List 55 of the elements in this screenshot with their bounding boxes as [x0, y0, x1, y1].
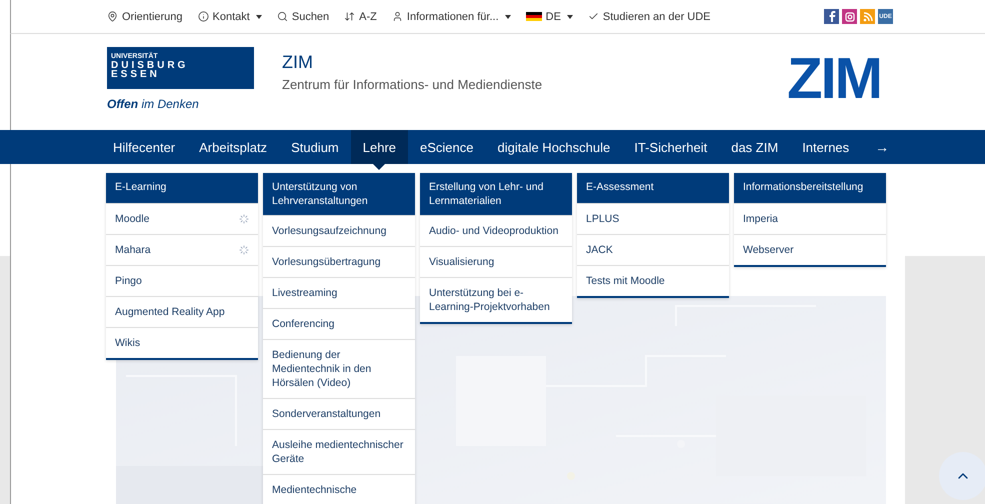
menu-heading: Informationsbereitstellung	[734, 173, 886, 203]
pin-icon	[107, 11, 118, 22]
menu-item[interactable]: Mahara	[106, 234, 258, 265]
nav-tab[interactable]: Studium	[279, 130, 351, 164]
site-subtitle: Zentrum für Informations- und Mediendienste	[282, 77, 544, 92]
menu-item[interactable]: Imperia	[734, 203, 886, 234]
nav-tab[interactable]: das ZIM	[719, 130, 790, 164]
menu-item[interactable]: Audio- und Videoproduktion	[420, 215, 572, 246]
nav-tab[interactable]: Internes	[790, 130, 862, 164]
menu-item[interactable]: Medientechnische	[263, 474, 415, 504]
menu-item[interactable]: Pingo	[106, 265, 258, 296]
nav-tab[interactable]: IT-Sicherheit	[622, 130, 720, 164]
top-bar-link[interactable]: Suchen	[276, 10, 330, 22]
top-bar-link[interactable]: Studieren an der UDE	[588, 10, 711, 22]
menu-item[interactable]: Vorlesungsübertragung	[263, 246, 415, 277]
menu-item[interactable]: Visualisierung	[420, 246, 572, 277]
user-icon	[392, 11, 403, 22]
site-title: ZIM	[282, 52, 314, 73]
nav-tab[interactable]: Hilfecenter	[101, 130, 188, 164]
menu-item[interactable]: LPLUS	[577, 203, 729, 234]
slogan: Offen im Denken	[107, 97, 200, 111]
check-icon	[588, 11, 599, 22]
zim-logo[interactable]: ZIM	[787, 50, 881, 110]
menu-heading: E-Assessment	[577, 173, 729, 203]
menu-item[interactable]: Conferencing	[263, 308, 415, 339]
menu-heading: E-Learning	[106, 173, 258, 203]
top-bar-link[interactable]: Kontakt	[198, 10, 262, 22]
menu-item[interactable]: Sonderveranstaltungen	[263, 398, 415, 429]
nav-tab[interactable]: digitale Hochschule	[486, 130, 622, 164]
menu-item[interactable]: JACK	[577, 234, 729, 265]
menu-heading: Erstellung von Lehr- und Lernmaterialien	[420, 173, 572, 215]
menu-item[interactable]: Augmented Reality App	[106, 296, 258, 327]
nav-next-arrow[interactable]: →	[861, 130, 904, 164]
flag-icon	[526, 12, 542, 22]
sort-icon	[344, 11, 356, 22]
top-bar-link[interactable]: Orientierung	[107, 10, 183, 22]
menu-item[interactable]: Wikis	[106, 327, 258, 358]
instagram-icon[interactable]	[842, 9, 857, 24]
menu-item[interactable]: Ausleihe medientechnischer Geräte	[263, 429, 415, 474]
info-icon	[198, 11, 209, 22]
menu-item[interactable]: Vorlesungsaufzeichnung	[263, 215, 415, 246]
facebook-icon[interactable]	[824, 9, 839, 24]
menu-item[interactable]: Livestreaming	[263, 277, 415, 308]
menu-heading: Unterstützung von Lehrveranstaltungen	[263, 173, 415, 215]
top-bar-link[interactable]: DE	[526, 10, 573, 22]
menu-item[interactable]: Tests mit Moodle	[577, 265, 729, 296]
top-bar-link[interactable]: A-Z	[344, 10, 377, 22]
nav-tab[interactable]: Arbeitsplatz	[187, 130, 280, 164]
menu-item[interactable]: Unterstützung bei e-Learning-Projektvorhaben	[420, 277, 572, 322]
nav-tab[interactable]: eScience	[408, 130, 486, 164]
search-icon	[276, 11, 288, 22]
menu-item[interactable]: Webserver	[734, 234, 886, 265]
menu-item[interactable]: Moodle	[106, 203, 258, 234]
top-bar-link[interactable]: Informationen für...	[392, 10, 511, 22]
menu-item[interactable]: Bedienung der Medientechnik in den Hörsälen (Video)	[263, 339, 415, 398]
